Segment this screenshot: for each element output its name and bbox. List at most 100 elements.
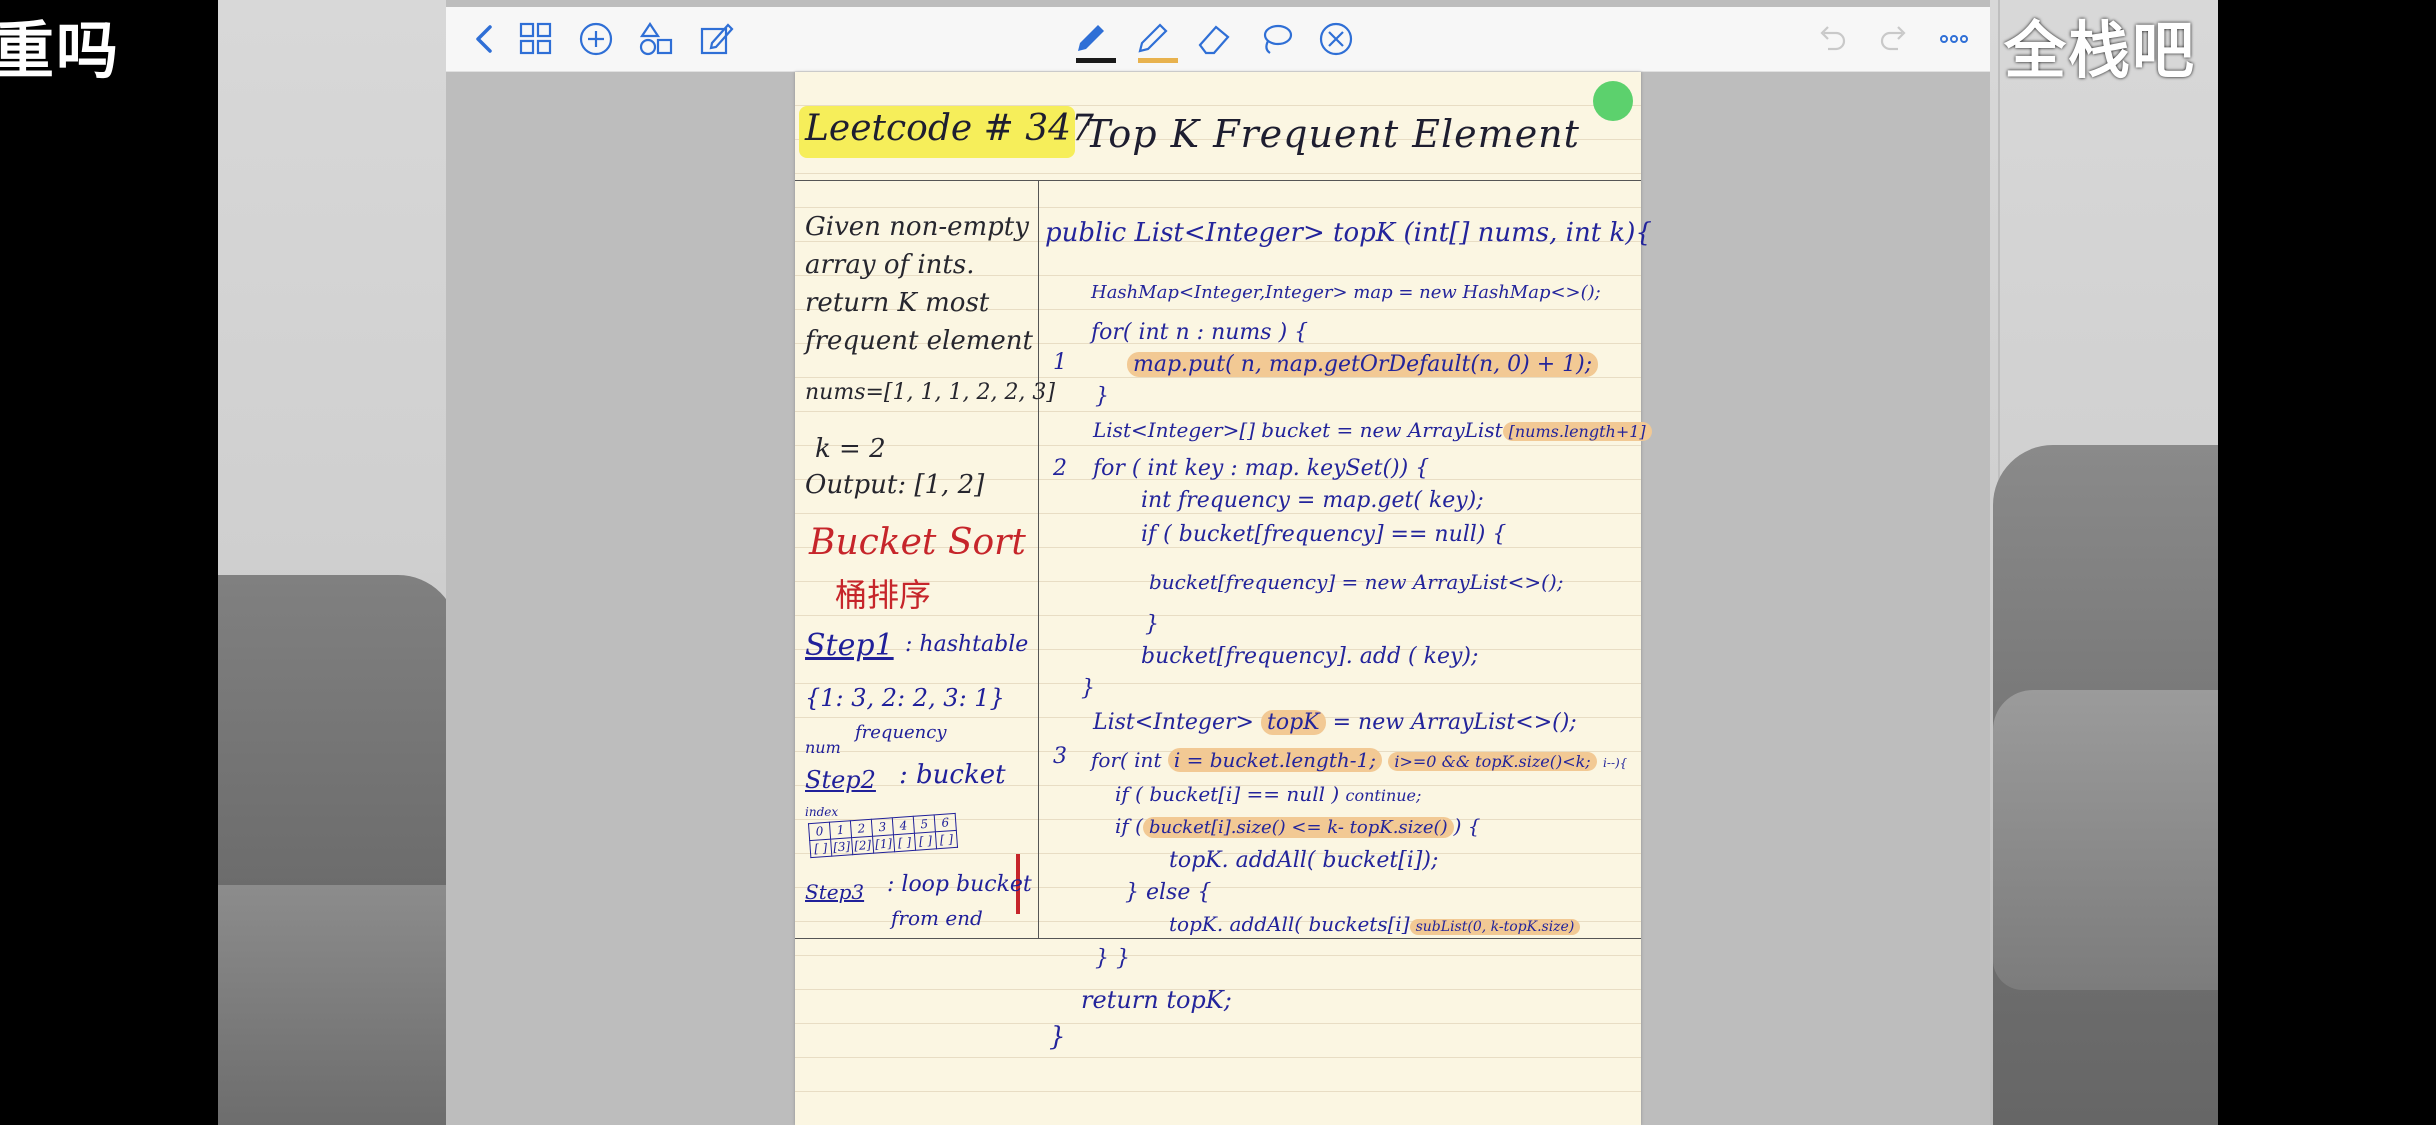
note-page[interactable]: Leetcode # 347 Top K Frequent Element Gi… [795, 72, 1652, 1125]
more-icon[interactable] [1934, 19, 1974, 59]
step2-label: Step2 [805, 766, 876, 794]
code-fragment: for( int [1091, 748, 1162, 772]
divider-top [795, 180, 1641, 181]
bucket-value: [ ] [935, 830, 958, 849]
pen-color-swatch [1076, 58, 1116, 63]
example-input: nums=[1, 1, 1, 2, 2, 3] [805, 380, 1056, 405]
bucket-index: 0 [808, 822, 831, 841]
code-highlight: bucket[i].size() <= k- topK.size() [1142, 817, 1454, 838]
code-line: for( int i = bucket.length-1; i>=0 && to… [1091, 748, 1627, 772]
divider-bottom [795, 938, 1641, 939]
close-circle-icon[interactable] [1316, 19, 1356, 59]
code-fragment: topK. addAll( buckets[i] [1169, 912, 1410, 936]
code-fragment: if ( bucket[i] == null ) [1115, 782, 1340, 806]
code-line: int frequency = map.get( key); [1141, 488, 1484, 513]
bucket-value: [ ] [893, 833, 916, 852]
ipad-screen: Leetcode # 347 Top K Frequent Element Gi… [446, 0, 1990, 1125]
bucket-index: 5 [913, 814, 936, 834]
code-line: if (bucket[i].size() <= k- topK.size()) … [1115, 814, 1481, 838]
code-line: map.put( n, map.getOrDefault(n, 0) + 1); [1127, 352, 1599, 377]
code-fragment: if ( [1115, 814, 1143, 838]
code-line: } [1081, 676, 1095, 701]
example-k: k = 2 [815, 434, 886, 464]
recording-indicator [1593, 81, 1633, 121]
code-signature: public List<Integer> topK (int[] nums, i… [1045, 218, 1652, 248]
code-highlight: map.put( n, map.getOrDefault(n, 0) + 1); [1127, 352, 1599, 377]
edit-note-icon[interactable] [696, 19, 736, 59]
problem-line: frequent element [805, 326, 1033, 356]
bucket-index: 1 [829, 820, 852, 840]
bucket-index: 3 [871, 817, 894, 837]
code-fragment: = new ArrayList<>(); [1332, 710, 1577, 735]
step1-desc: : hashtable [905, 632, 1029, 657]
problem-line: array of ints. [805, 250, 975, 280]
sofa-left-arm [218, 885, 458, 1125]
code-fragment: i--){ [1603, 756, 1628, 770]
bucket-value: [ ] [914, 831, 937, 851]
code-fragment: continue; [1345, 786, 1422, 805]
code-line: } } [1095, 946, 1130, 971]
bucket-value: [3] [830, 837, 853, 857]
problem-line: Given non-empty [805, 212, 1029, 242]
hashtable-example: {1: 3, 2: 2, 3: 1} [805, 684, 1005, 712]
bucket-index: 6 [934, 813, 957, 832]
add-circle-icon[interactable] [576, 19, 616, 59]
bucket-index: 2 [850, 819, 873, 838]
code-line: for ( int key : map. keySet()) { [1093, 456, 1430, 481]
problem-title: Top K Frequent Element [1085, 112, 1580, 156]
step-marker-1: 1 [1053, 350, 1067, 375]
notes-toolbar [446, 7, 1990, 72]
bucket-value: [ ] [809, 839, 832, 858]
highlighter-color-swatch [1138, 58, 1178, 63]
bucket-array-sketch: 0 1 2 3 4 5 6 [ ] [3] [2] [1] [ ] [ ] [ … [808, 813, 958, 858]
undo-icon[interactable] [1812, 19, 1852, 59]
redo-icon[interactable] [1874, 19, 1914, 59]
code-line: } [1095, 384, 1109, 409]
shapes-icon[interactable] [636, 19, 676, 59]
lasso-icon[interactable] [1256, 19, 1296, 59]
caption-left: 重吗 [0, 14, 121, 87]
code-line: HashMap<Integer,Integer> map = new HashM… [1091, 282, 1601, 303]
bucket-index-label: index [805, 805, 839, 819]
bucket-sort-chinese: 桶排序 [835, 576, 932, 614]
code-fragment: List<Integer> [1093, 710, 1254, 735]
caption-right: 全栈吧 [2004, 14, 2197, 87]
step2-desc: : bucket [899, 760, 1006, 790]
back-chevron-icon[interactable] [466, 19, 506, 59]
code-line: } [1049, 1022, 1066, 1052]
example-output: Output: [1, 2] [805, 470, 985, 500]
frequency-label: frequency [855, 722, 947, 743]
pen-icon[interactable] [1070, 19, 1116, 63]
code-line: for( int n : nums ) { [1091, 320, 1309, 345]
code-line: topK. addAll( buckets[i] subList(0, k-top… [1169, 912, 1581, 936]
code-highlight: topK [1260, 710, 1326, 735]
code-highlight: i = bucket.length-1; [1167, 748, 1383, 772]
step3-desc-2: from end [891, 906, 983, 930]
divider-vertical [1038, 180, 1039, 938]
sofa-right-seat [1993, 690, 2218, 990]
code-line: topK. addAll( bucket[i]); [1169, 848, 1439, 873]
bucket-sort-heading: Bucket Sort [809, 522, 1026, 563]
step3-label: Step3 [805, 880, 865, 904]
highlighter-icon[interactable] [1132, 19, 1178, 63]
code-line: return topK; [1081, 986, 1232, 1014]
bucket-value: [1] [872, 834, 895, 854]
right-letterbox [2218, 0, 2436, 1125]
step3-desc: : loop bucket [887, 872, 1032, 897]
problem-line: return K most [805, 288, 990, 318]
code-line: List<Integer>[] bucket = new ArrayList [n… [1093, 418, 1652, 442]
code-line: if ( bucket[frequency] == null) { [1141, 522, 1507, 547]
bucket-value: [2] [851, 836, 874, 855]
eraser-icon[interactable] [1194, 19, 1234, 59]
bucket-index: 4 [892, 816, 915, 835]
code-fragment: List<Integer>[] bucket = new ArrayList [1093, 418, 1503, 442]
code-line: bucket[frequency] = new ArrayList<>(); [1149, 570, 1564, 594]
code-line: } else { [1125, 880, 1212, 905]
left-letterbox [0, 0, 218, 1125]
grid-icon[interactable] [516, 19, 556, 59]
code-fragment: ) { [1453, 814, 1481, 838]
code-highlight: [nums.length+1] [1502, 422, 1652, 441]
step-marker-2: 2 [1053, 456, 1067, 481]
code-line: List<Integer> topK = new ArrayList<>(); [1093, 710, 1577, 735]
step1-label: Step1 [805, 628, 894, 663]
